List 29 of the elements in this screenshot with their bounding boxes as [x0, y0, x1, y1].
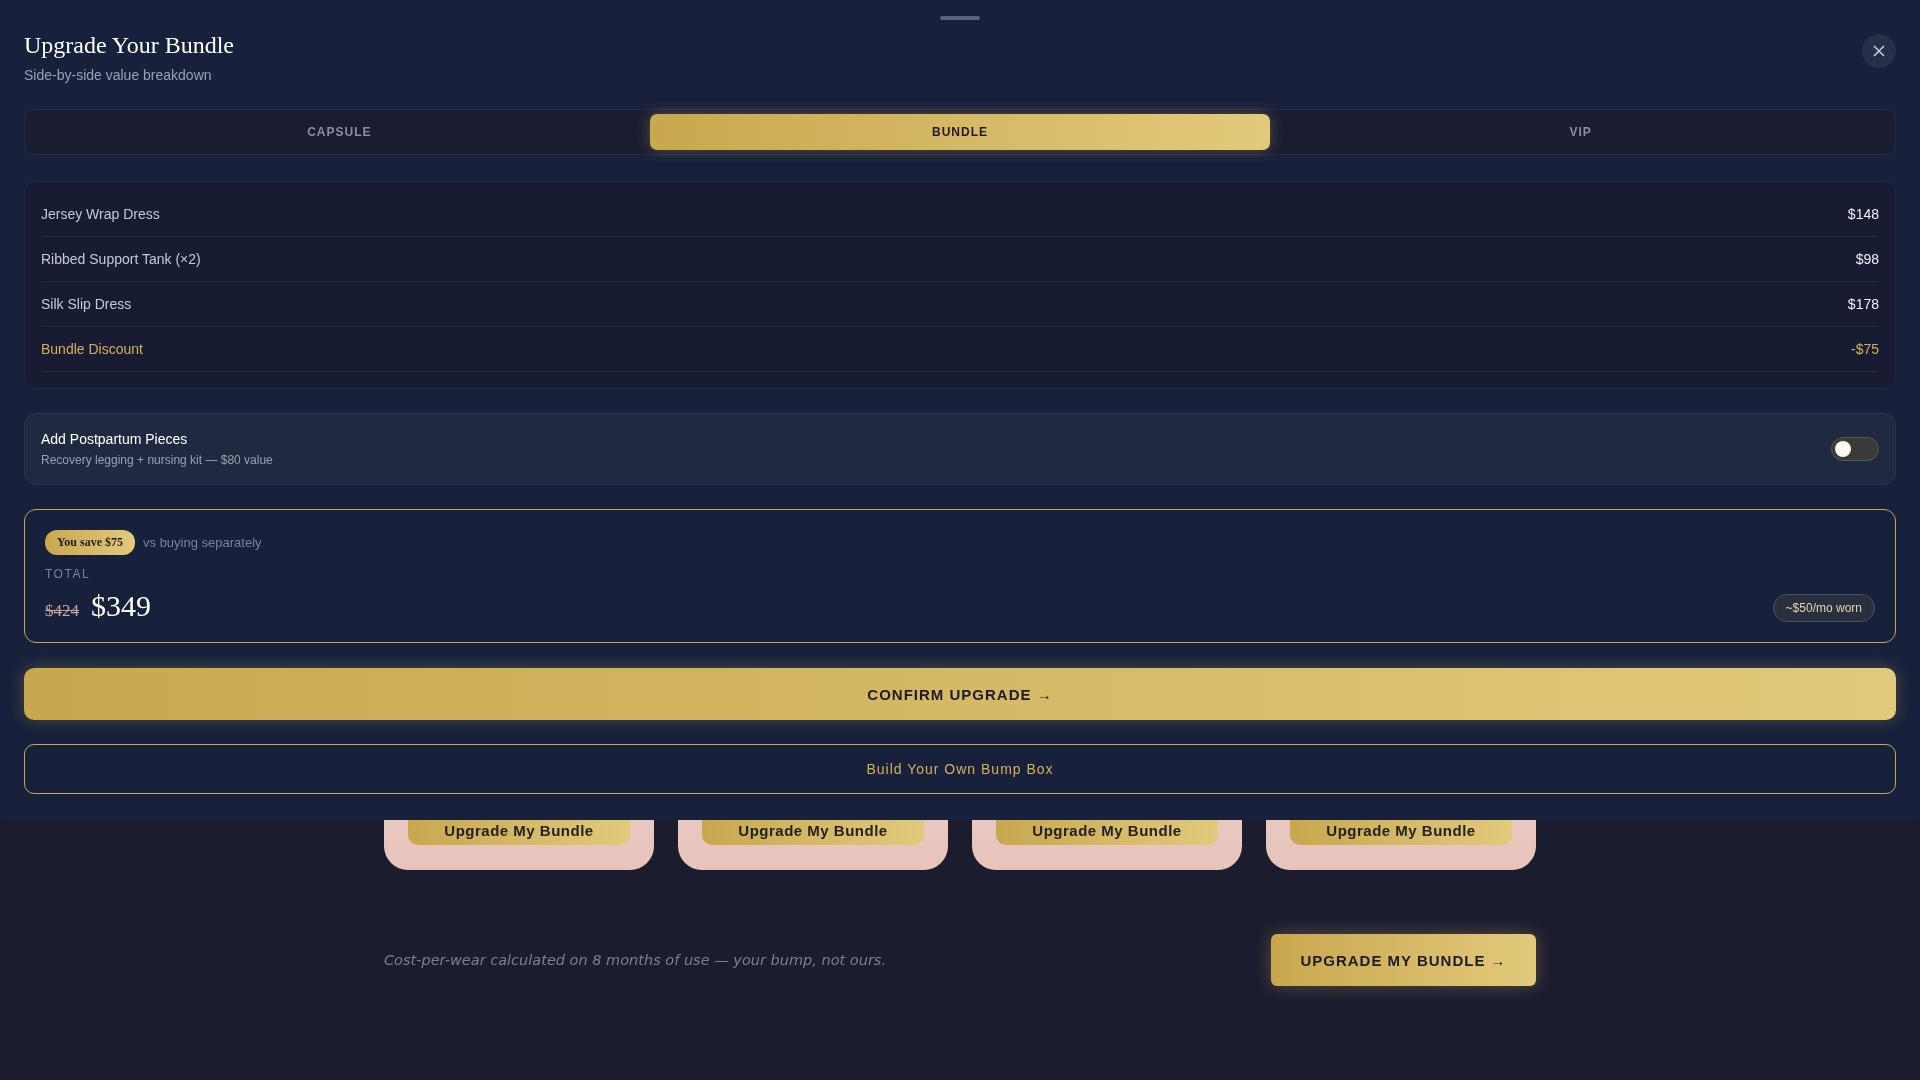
item-price: $98 — [1855, 251, 1879, 267]
item-price: $148 — [1847, 206, 1879, 222]
item-price: $178 — [1847, 296, 1879, 312]
upgrade-bundle-button[interactable]: UPGRADE MY BUNDLE → — [1271, 934, 1536, 986]
original-price: $424 — [45, 601, 79, 621]
total-label: TOTAL — [45, 567, 92, 581]
savings-note: vs buying separately — [143, 535, 262, 550]
close-button[interactable] — [1862, 34, 1896, 68]
confirm-button[interactable]: CONFIRM UPGRADE → — [24, 668, 1896, 720]
item-name: Silk Slip Dress — [41, 296, 132, 312]
close-icon — [1873, 45, 1885, 57]
discount-label: Bundle Discount — [41, 341, 143, 357]
addon-description: Recovery legging + nursing kit — $80 value — [41, 453, 273, 467]
drag-handle[interactable] — [940, 16, 980, 20]
item-name: Jersey Wrap Dress — [41, 206, 160, 222]
tier-tab[interactable]: CAPSULE — [29, 114, 650, 150]
discount-amount: -$75 — [1850, 341, 1879, 357]
footnote: Cost-per-wear calculated on 8 months of use — your bump, not ours. — [384, 952, 886, 968]
build-box-button[interactable]: Build Your Own Bump Box — [24, 744, 1896, 794]
tier-tab[interactable]: VIP — [1270, 114, 1891, 150]
sheet-subtitle: Side-by-side value breakdown — [24, 67, 213, 83]
item-name: Ribbed Support Tank (×2) — [41, 251, 201, 267]
cost-per-wear-pill: ~$50/mo worn — [1772, 594, 1875, 622]
sheet-title: Upgrade Your Bundle — [24, 32, 234, 59]
savings-badge: You save $75 — [45, 530, 135, 555]
addon-title: Add Postpartum Pieces — [41, 431, 189, 447]
tier-tab[interactable]: BUNDLE — [649, 114, 1271, 150]
addon-toggle[interactable] — [1831, 437, 1879, 461]
total-price: $349 — [91, 589, 151, 623]
